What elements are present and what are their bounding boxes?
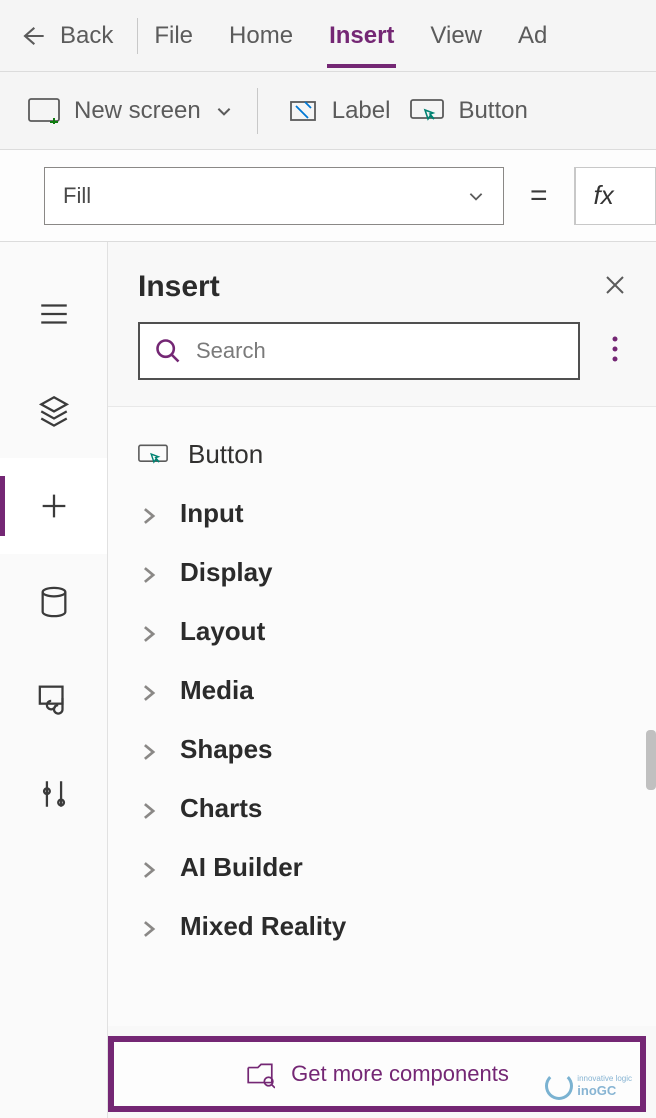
tree-group-label: Media [180, 675, 254, 706]
search-input[interactable] [196, 338, 564, 364]
get-more-components-button[interactable]: Get more components innovative logic ino… [108, 1036, 646, 1112]
chevron-right-icon [138, 621, 160, 643]
search-icon [154, 337, 182, 365]
back-button[interactable]: Back [12, 22, 123, 50]
formula-bar: Fill = fx [0, 150, 656, 242]
media-icon [37, 681, 71, 715]
footer-label: Get more components [291, 1061, 509, 1087]
insert-tree: Button Input Display Layout Media Shapes [108, 406, 656, 1026]
tree-group-label: Mixed Reality [180, 911, 346, 942]
panel-header: Insert [108, 242, 656, 322]
more-vertical-icon [612, 336, 618, 362]
label-text: Label [332, 97, 391, 125]
close-panel-button[interactable] [604, 271, 626, 303]
label-icon [288, 96, 318, 126]
chevron-right-icon [138, 680, 160, 702]
property-selector[interactable]: Fill [44, 167, 504, 225]
close-icon [604, 274, 626, 296]
tree-group-mixed-reality[interactable]: Mixed Reality [108, 897, 656, 956]
scrollbar-thumb[interactable] [646, 730, 656, 790]
chevron-down-icon [467, 187, 485, 205]
tree-group-charts[interactable]: Charts [108, 779, 656, 838]
formula-input[interactable]: fx [574, 167, 656, 225]
new-screen-icon [28, 98, 60, 124]
search-box[interactable] [138, 322, 580, 380]
tree-group-display[interactable]: Display [108, 543, 656, 602]
tree-item-button[interactable]: Button [108, 425, 656, 484]
chevron-right-icon [138, 503, 160, 525]
components-icon [245, 1059, 275, 1089]
watermark-small: innovative logic [577, 1074, 632, 1083]
rail-insert[interactable] [0, 458, 107, 554]
new-screen-label: New screen [74, 97, 201, 125]
chevron-right-icon [138, 916, 160, 938]
back-label: Back [60, 22, 113, 50]
button-control-button[interactable]: Button [410, 97, 527, 125]
arrow-left-icon [18, 22, 46, 50]
tree-group-label: Shapes [180, 734, 273, 765]
tree-group-media[interactable]: Media [108, 661, 656, 720]
tree-group-shapes[interactable]: Shapes [108, 720, 656, 779]
search-row [108, 322, 656, 406]
watermark-icon [545, 1072, 573, 1100]
hamburger-icon [37, 297, 71, 331]
chevron-right-icon [138, 562, 160, 584]
tree-group-label: AI Builder [180, 852, 303, 883]
tab-insert[interactable]: Insert [327, 4, 396, 68]
tree-group-label: Layout [180, 616, 265, 647]
tree-group-ai-builder[interactable]: AI Builder [108, 838, 656, 897]
chevron-right-icon [138, 798, 160, 820]
tree-group-input[interactable]: Input [108, 484, 656, 543]
separator [257, 88, 258, 134]
chevron-down-icon [215, 102, 233, 120]
new-screen-button[interactable]: New screen [28, 97, 233, 125]
chevron-right-icon [138, 739, 160, 761]
watermark-brand: inoGC [577, 1083, 632, 1098]
rail-data[interactable] [0, 554, 107, 650]
tab-view[interactable]: View [428, 4, 484, 68]
button-icon [138, 440, 168, 470]
left-rail [0, 242, 108, 1118]
watermark: innovative logic inoGC [545, 1072, 632, 1100]
ribbon-toolbar: New screen Label Button [0, 72, 656, 150]
rail-tree-view[interactable] [0, 362, 107, 458]
rail-tools[interactable] [0, 746, 107, 842]
button-icon [410, 97, 444, 125]
panel-more-menu[interactable] [604, 328, 626, 375]
tree-group-layout[interactable]: Layout [108, 602, 656, 661]
tools-icon [37, 777, 71, 811]
equals-sign: = [530, 179, 548, 213]
tree-group-label: Charts [180, 793, 262, 824]
property-value: Fill [63, 183, 91, 209]
plus-icon [37, 489, 71, 523]
rail-hamburger[interactable] [0, 266, 107, 362]
chevron-right-icon [138, 857, 160, 879]
rail-media[interactable] [0, 650, 107, 746]
panel-title: Insert [138, 270, 220, 304]
tab-more[interactable]: Ad [516, 4, 549, 68]
database-icon [37, 585, 71, 619]
tree-group-label: Input [180, 498, 244, 529]
tree-group-label: Display [180, 557, 273, 588]
insert-panel: Insert Button Input [108, 242, 656, 1118]
tree-item-label: Button [188, 439, 263, 470]
menu-tabs: File Home Insert View Ad [152, 4, 549, 68]
workspace: Insert Button Input [0, 242, 656, 1118]
tab-home[interactable]: Home [227, 4, 295, 68]
layers-icon [37, 393, 71, 427]
button-text: Button [458, 97, 527, 125]
fx-label: fx [594, 180, 614, 211]
tab-file[interactable]: File [152, 4, 195, 68]
label-button[interactable]: Label [288, 96, 391, 126]
separator [137, 18, 138, 54]
top-nav: Back File Home Insert View Ad [0, 0, 656, 72]
